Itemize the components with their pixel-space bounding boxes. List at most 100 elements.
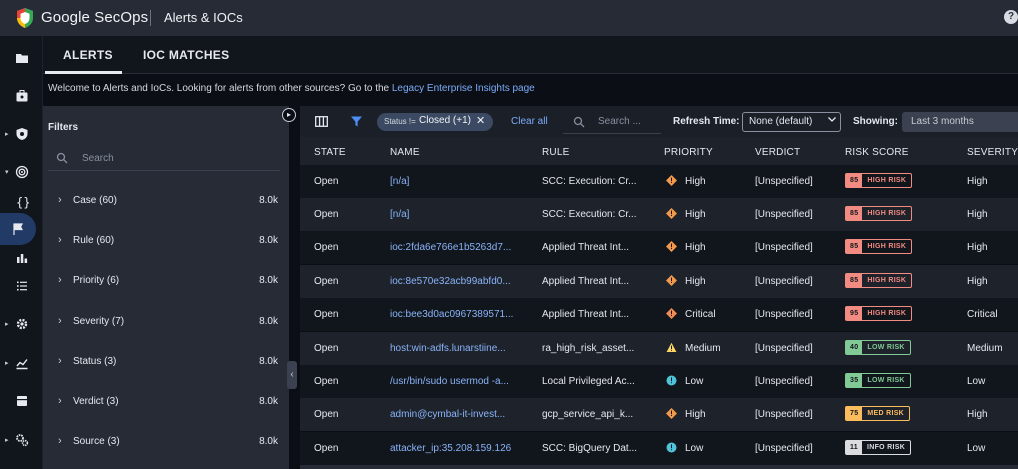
- risk-score-value: 11: [846, 441, 862, 454]
- nav-admin-button[interactable]: ▸: [0, 424, 43, 456]
- flag-icon: [13, 223, 24, 235]
- cell-severity: High: [967, 242, 988, 253]
- collapse-panel-icon[interactable]: ▸: [282, 108, 296, 122]
- nav-alerts-button[interactable]: [0, 213, 36, 245]
- cell-name-link[interactable]: [n/a]: [390, 209, 526, 220]
- filter-group-source[interactable]: › Source (3) 8.0k: [48, 422, 280, 462]
- risk-score-value: 95: [846, 307, 863, 320]
- risk-score-badge: 85 HIGH RISK: [845, 173, 913, 188]
- filter-group-verdict[interactable]: › Verdict (3) 8.0k: [48, 382, 280, 422]
- clear-all-button[interactable]: Clear all: [511, 116, 548, 127]
- expand-caret-icon: ▸: [5, 360, 9, 367]
- table-row[interactable]: Open/usr/bin/sudo usermod -a... Local Pri…: [300, 365, 1018, 398]
- columns-icon[interactable]: [315, 116, 328, 127]
- table-row[interactable]: Open admin@cymbal-it-invest... gcp_service…: [300, 398, 1018, 431]
- risk-score-label: LOW RISK: [867, 377, 905, 384]
- risk-score-badge: 85 HIGH RISK: [845, 239, 913, 254]
- horizontal-scrollbar[interactable]: [300, 465, 1018, 469]
- chevron-right-icon: ›: [58, 435, 62, 447]
- column-header-rule[interactable]: RULE: [542, 147, 569, 158]
- table-row[interactable]: Open attacker_ip:35.208.159.126 SCC: BigQu…: [300, 432, 1018, 465]
- cell-state: Open: [314, 209, 339, 220]
- alerts-search-input[interactable]: Search ...: [598, 116, 641, 127]
- risk-score-value: 85: [846, 174, 863, 187]
- filter-group-label: Source (3): [73, 436, 120, 447]
- cell-rule: ra_high_risk_asset...: [542, 343, 635, 354]
- chip-close-icon[interactable]: ✕: [476, 114, 485, 127]
- storefront-icon: [16, 396, 27, 406]
- filter-group-status[interactable]: › Status (3) 8.0k: [48, 342, 280, 382]
- nav-cases-button[interactable]: [0, 80, 43, 112]
- table-row[interactable]: Open host:win-adfs.lunarstiine... ra_high_…: [300, 332, 1018, 365]
- panel-resize-handle[interactable]: ‹: [287, 361, 297, 389]
- column-header-verdict[interactable]: VERDICT: [755, 147, 800, 158]
- table-row[interactable]: Open [n/a] SCC: Execution: Cr... High [Unspe…: [300, 198, 1018, 231]
- list-icon: [16, 281, 27, 291]
- cell-name-link[interactable]: /usr/bin/sudo usermod -a...: [390, 376, 526, 387]
- risk-score-badge: 40 LOW RISK: [845, 340, 911, 355]
- shield-icon: [16, 128, 27, 140]
- cell-rule: SCC: BigQuery Dat...: [542, 443, 638, 454]
- cell-name-link[interactable]: host:win-adfs.lunarstiine...: [390, 343, 526, 354]
- cell-verdict: [Unspecified]: [755, 176, 813, 187]
- filters-title: Filters: [48, 122, 79, 133]
- cell-name-link[interactable]: ioc:8e570e32acb99abfd0...: [390, 276, 526, 287]
- cell-priority: High: [685, 209, 706, 220]
- filter-group-count: 8.0k: [259, 356, 278, 367]
- cell-name-link[interactable]: [n/a]: [390, 176, 526, 187]
- filter-group-priority[interactable]: › Priority (6) 8.0k: [48, 261, 280, 301]
- nav-detection-button[interactable]: ▸: [0, 118, 43, 150]
- column-header-risk-score[interactable]: RISK SCORE: [845, 147, 909, 158]
- filter-group-count: 8.0k: [259, 316, 278, 327]
- filter-funnel-icon[interactable]: [350, 115, 363, 128]
- column-header-severity[interactable]: SEVERITY: [967, 147, 1018, 158]
- cell-priority: High: [685, 409, 706, 420]
- radar-icon: [15, 165, 28, 179]
- column-header-name[interactable]: NAME: [390, 147, 420, 158]
- cell-name-link[interactable]: attacker_ip:35.208.159.126: [390, 443, 526, 454]
- settings-gears-icon: [15, 434, 28, 447]
- table-row[interactable]: Open ioc:8e570e32acb99abfd0... Applied Thr…: [300, 265, 1018, 298]
- cell-name-link[interactable]: ioc:2fda6e766e1b5263d7...: [390, 242, 526, 253]
- legacy-insights-link[interactable]: Legacy Enterprise Insights page: [392, 83, 535, 94]
- cell-priority: High: [685, 176, 706, 187]
- risk-score-value: 75: [846, 407, 863, 420]
- chip-filter-field: Status !=: [384, 117, 416, 126]
- risk-score-value: 85: [846, 240, 863, 253]
- welcome-message: Welcome to Alerts and IoCs. Looking for …: [48, 83, 535, 94]
- nav-analytics-button[interactable]: ▸: [0, 347, 43, 379]
- nav-folder-button[interactable]: [0, 42, 43, 74]
- help-icon[interactable]: ?: [1004, 10, 1018, 24]
- risk-score-badge: 11 INFO RISK: [845, 440, 912, 455]
- cell-state: Open: [314, 343, 339, 354]
- column-header-priority[interactable]: PRIORITY: [664, 147, 713, 158]
- cell-rule: Applied Threat Int...: [542, 242, 630, 253]
- table-row[interactable]: Open [n/a] SCC: Execution: Cr... High [Unspe…: [300, 165, 1018, 198]
- nav-marketplace-button[interactable]: [0, 385, 43, 417]
- table-row[interactable]: Open ioc:2fda6e766e1b5263d7... Applied Thr…: [300, 231, 1018, 264]
- cell-verdict: [Unspecified]: [755, 309, 813, 320]
- filter-group-rule[interactable]: › Rule (60) 8.0k: [48, 221, 280, 261]
- risk-score-value: 85: [846, 207, 863, 220]
- cell-name-link[interactable]: ioc:bee3d0ac0967389571...: [390, 309, 526, 320]
- filter-group-severity[interactable]: › Severity (7) 8.0k: [48, 302, 280, 342]
- cell-severity: High: [967, 409, 988, 420]
- risk-score-value: 35: [846, 374, 863, 387]
- tab-alerts[interactable]: ALERTS: [63, 48, 113, 62]
- column-header-state[interactable]: STATE: [314, 147, 346, 158]
- search-icon: [56, 152, 68, 164]
- filter-group-case[interactable]: › Case (60) 8.0k: [48, 181, 280, 221]
- cell-severity: High: [967, 276, 988, 287]
- secops-logo-icon[interactable]: [15, 7, 35, 29]
- tab-ioc-matches[interactable]: IOC MATCHES: [143, 48, 229, 62]
- nav-settings-button[interactable]: ▸: [0, 308, 43, 340]
- nav-investigation-button[interactable]: ▾: [0, 156, 43, 188]
- filters-search-input[interactable]: Search: [82, 153, 114, 164]
- nav-list-button[interactable]: [0, 270, 43, 302]
- cell-name-link[interactable]: admin@cymbal-it-invest...: [390, 409, 526, 420]
- chevron-right-icon: ›: [58, 395, 62, 407]
- active-tab-indicator: [45, 71, 122, 74]
- table-row[interactable]: Open ioc:bee3d0ac0967389571... Applied Thr…: [300, 298, 1018, 331]
- collapse-caret-icon: ▾: [5, 169, 9, 176]
- chevron-right-icon: ›: [58, 315, 62, 327]
